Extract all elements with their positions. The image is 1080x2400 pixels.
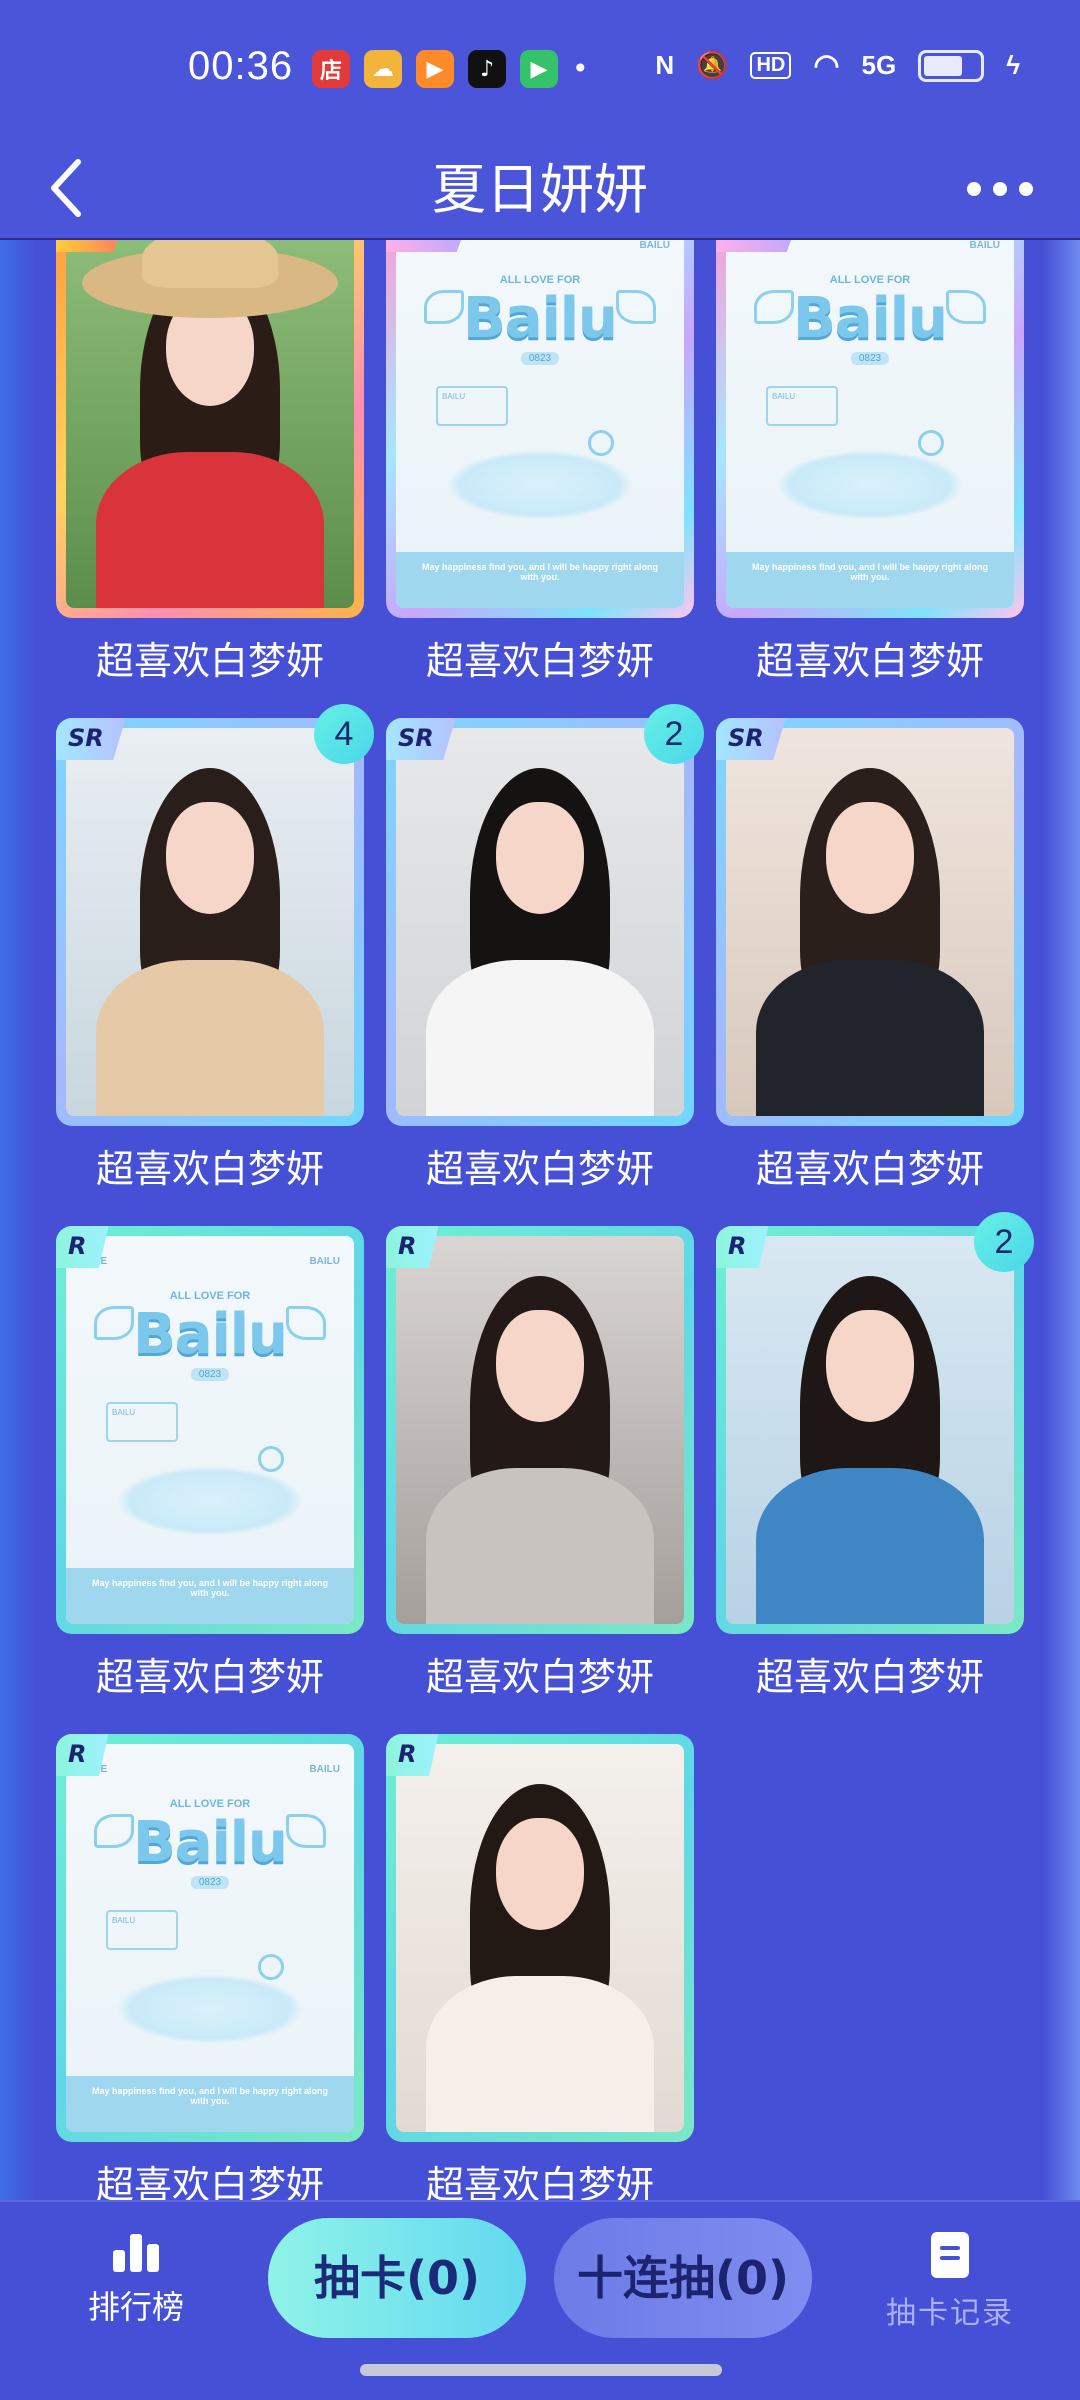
card-item[interactable]: SR 超喜欢白梦妍 (716, 718, 1024, 1194)
card-item[interactable]: SR 2 超喜欢白梦妍 (386, 704, 704, 1194)
draw-card-button[interactable]: 抽卡(0) (268, 2218, 526, 2338)
mute-icon: 🔕 (696, 50, 729, 80)
card-item[interactable]: SR 4 超喜欢白梦妍 (56, 704, 374, 1194)
more-options-button[interactable] (960, 164, 1040, 214)
card-item[interactable]: SSRLOVEBAILUALL LOVE FORBailu0823BAILUMa… (386, 240, 694, 686)
records-label: 抽卡记录 (886, 2296, 1014, 2331)
portrait-photo (396, 1744, 684, 2132)
duplicate-count-badge: 2 (644, 704, 704, 764)
card-item[interactable]: RLOVEBAILUALL LOVE FORBailu0823BAILUMay … (56, 1226, 364, 1702)
card-item[interactable]: R 超喜欢白梦妍 (386, 1734, 694, 2200)
card-item[interactable]: R 2 超喜欢白梦妍 (716, 1212, 1034, 1702)
card-name: 超喜欢白梦妍 (755, 639, 984, 683)
side-glow-left (0, 240, 36, 2200)
weather-app-icon: ☁ (364, 50, 402, 88)
status-time: 00:36 (188, 44, 294, 88)
charging-icon: ϟ (1006, 50, 1020, 80)
card-frame[interactable]: SR 2 (386, 704, 704, 1126)
tiktok-app-icon: ♪ (468, 50, 506, 88)
card-frame[interactable]: R (386, 1226, 694, 1634)
status-bar: 00:36 店 ☁ ▶ ♪ ▶ • N 🔕 HD ◠ 5G ϟ (0, 0, 1080, 140)
bailu-design-artwork: LOVEBAILUALL LOVE FORBailu0823BAILUMay h… (66, 1236, 354, 1624)
card-name: 超喜欢白梦妍 (755, 1655, 984, 1699)
store-app-icon: 店 (312, 50, 350, 88)
card-frame[interactable]: PR (56, 240, 364, 618)
card-name: 超喜欢白梦妍 (425, 1655, 654, 1699)
more-dot-icon (1019, 182, 1033, 196)
card-frame[interactable]: SSRLOVEBAILUALL LOVE FORBailu0823BAILUMa… (716, 240, 1024, 618)
card-frame[interactable]: SR (716, 718, 1024, 1126)
more-notifications-dot: • (572, 52, 589, 85)
media-app-icon: ▶ (520, 50, 558, 88)
bailu-design-artwork: LOVEBAILUALL LOVE FORBailu0823BAILUMay h… (396, 240, 684, 608)
card-item[interactable]: SSRLOVEBAILUALL LOVE FORBailu0823BAILUMa… (716, 240, 1024, 686)
wifi-icon: ◠ (813, 49, 840, 82)
bailu-design-artwork: LOVEBAILUALL LOVE FORBailu0823BAILUMay h… (66, 1744, 354, 2132)
card-name: 超喜欢白梦妍 (95, 1655, 324, 1699)
portrait-photo (726, 1236, 1014, 1624)
card-name: 超喜欢白梦妍 (425, 1147, 654, 1191)
records-icon (931, 2232, 969, 2278)
portrait-photo (726, 728, 1014, 1116)
portrait-photo (66, 240, 354, 608)
card-name: 超喜欢白梦妍 (95, 2163, 324, 2200)
card-frame[interactable]: R2 (716, 1212, 1034, 1634)
card-name: 超喜欢白梦妍 (95, 639, 324, 683)
notification-app-icons: 店 ☁ ▶ ♪ ▶ • (312, 50, 589, 90)
nfc-icon: N (655, 50, 675, 80)
ten-draw-button[interactable]: 十连抽(0) (554, 2218, 812, 2338)
card-frame[interactable]: SSRLOVEBAILUALL LOVE FORBailu0823BAILUMa… (386, 240, 694, 618)
system-icons: N 🔕 HD ◠ 5G ϟ (655, 48, 1020, 83)
card-name: 超喜欢白梦妍 (425, 2163, 654, 2200)
duplicate-count-badge: 2 (974, 1212, 1034, 1272)
draw-records-button[interactable]: 抽卡记录 (880, 2232, 1020, 2332)
card-name: 超喜欢白梦妍 (425, 639, 654, 683)
signal-icon: 5G (861, 50, 897, 80)
card-name: 超喜欢白梦妍 (95, 1147, 324, 1191)
side-glow-right (1044, 240, 1080, 2200)
more-dot-icon (967, 182, 981, 196)
card-name: 超喜欢白梦妍 (755, 1147, 984, 1191)
ranking-icon (113, 2232, 159, 2272)
portrait-photo (66, 728, 354, 1116)
card-collection-panel[interactable]: PR 超喜欢白梦妍 SSRLOVEBAILUALL LOVE FORBailu082… (36, 240, 1044, 2200)
page-title: 夏日妍妍 (432, 158, 648, 221)
card-item[interactable]: RLOVEBAILUALL LOVE FORBailu0823BAILUMay … (56, 1734, 364, 2200)
card-frame[interactable]: RLOVEBAILUALL LOVE FORBailu0823BAILUMay … (56, 1734, 364, 2142)
card-item[interactable]: R 超喜欢白梦妍 (386, 1226, 694, 1702)
card-frame[interactable]: RLOVEBAILUALL LOVE FORBailu0823BAILUMay … (56, 1226, 364, 1634)
card-frame[interactable]: R (386, 1734, 694, 2142)
portrait-photo (396, 1236, 684, 1624)
home-indicator[interactable] (360, 2364, 722, 2376)
duplicate-count-badge: 4 (314, 704, 374, 764)
ranking-label: 排行榜 (87, 2288, 184, 2326)
card-frame[interactable]: SR 4 (56, 704, 374, 1126)
portrait-photo (396, 728, 684, 1116)
ranking-button[interactable]: 排行榜 (76, 2232, 196, 2328)
hd-icon: HD (750, 52, 792, 79)
nav-bar: 夏日妍妍 (0, 140, 1080, 240)
video-app-icon: ▶ (416, 50, 454, 88)
battery-icon (918, 49, 985, 82)
card-item[interactable]: PR 超喜欢白梦妍 (56, 240, 364, 686)
more-dot-icon (993, 182, 1007, 196)
bailu-design-artwork: LOVEBAILUALL LOVE FORBailu0823BAILUMay h… (726, 240, 1014, 608)
